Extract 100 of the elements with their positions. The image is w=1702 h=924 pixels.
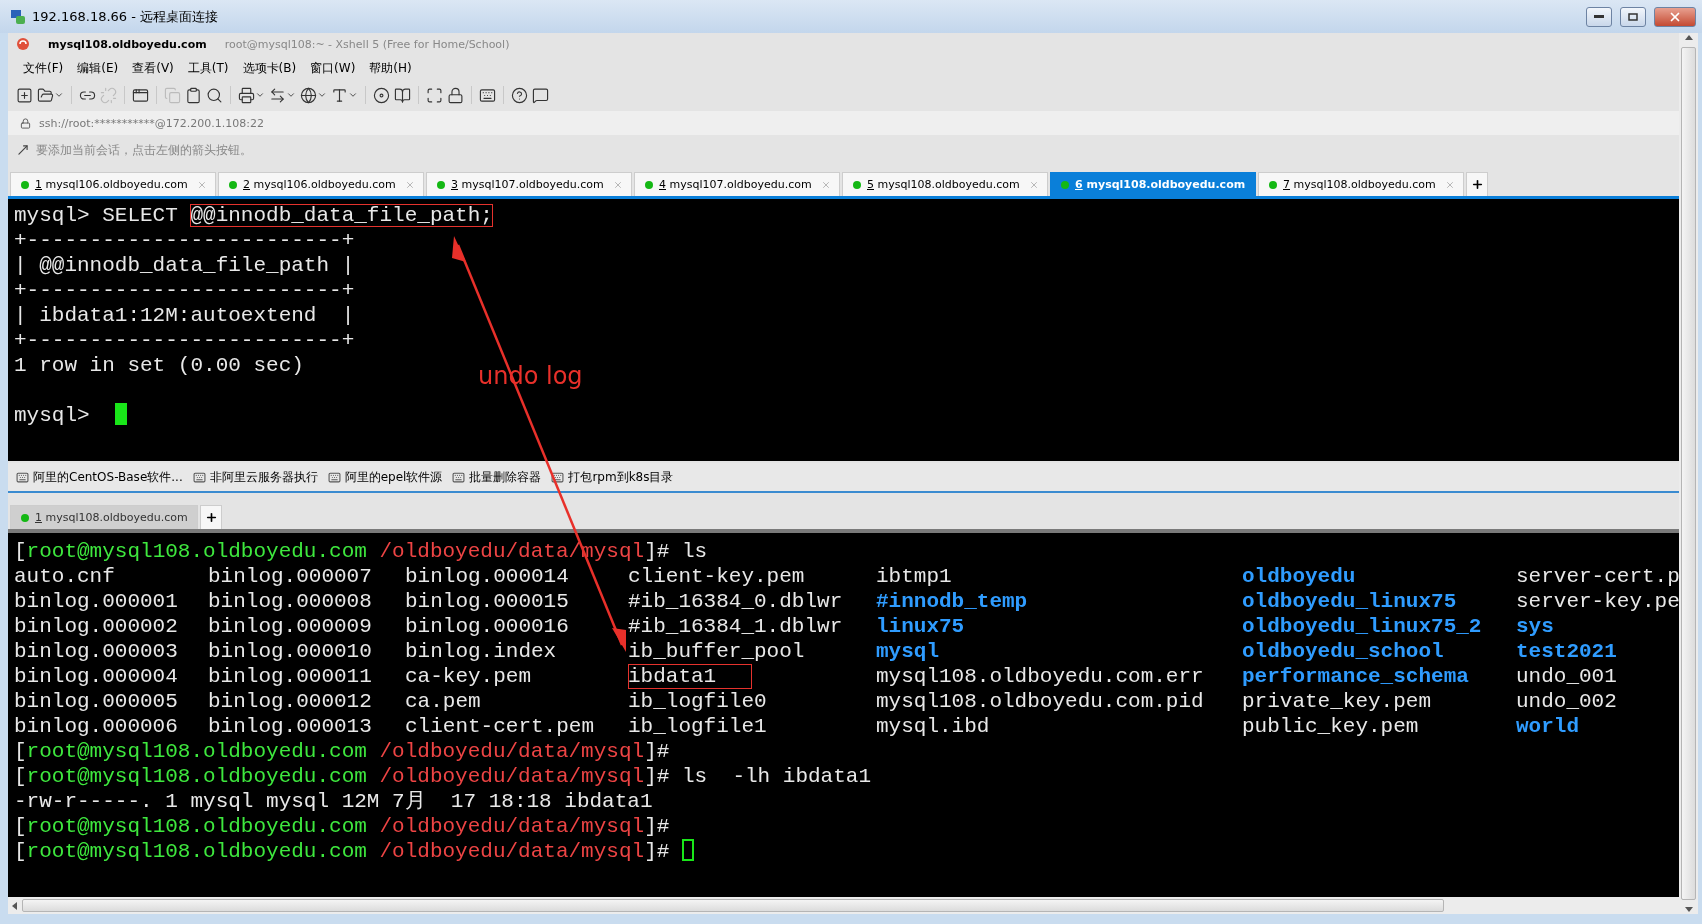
terminal-text: +-------------------------+: [14, 329, 355, 352]
prompt-symbol: ]#: [644, 740, 670, 763]
status-dot-icon: [437, 180, 445, 189]
new-tab-button[interactable]: [1466, 172, 1488, 196]
fullscreen-icon[interactable]: [426, 86, 443, 104]
remote-desktop-icon: [10, 8, 26, 25]
minimize-button[interactable]: [1586, 6, 1612, 27]
status-dot-icon: [853, 180, 861, 189]
file-name: server-key.pe: [1516, 589, 1679, 614]
file-name: ib_logfile0: [628, 689, 767, 714]
terminal-pane[interactable]: [8, 533, 1679, 897]
file-name: binlog.000002: [14, 614, 178, 639]
file-name: binlog.000005: [14, 689, 178, 714]
session-tab[interactable]: 6 mysql108.oldboyedu.com: [1050, 172, 1256, 196]
keyboard-icon[interactable]: [479, 86, 496, 104]
chat-icon[interactable]: [532, 86, 549, 104]
printer-icon[interactable]: [238, 86, 265, 104]
file-name: binlog.000011: [208, 664, 372, 689]
terminal-text: mysql> SELECT: [14, 204, 179, 227]
menu-item[interactable]: 文件(F): [16, 59, 71, 77]
terminal-text: +-------------------------+: [14, 279, 355, 302]
file-name: client-cert.pem: [405, 714, 595, 739]
quick-command[interactable]: 批量删除容器: [452, 468, 542, 486]
directory-name: mysql: [876, 639, 939, 664]
plus-icon: [204, 511, 218, 524]
annotated-text: @@innodb_data_file_path;: [190, 204, 493, 227]
plus-icon: [1470, 178, 1484, 191]
prompt-bracket: [: [14, 740, 27, 763]
file-name: binlog.000012: [208, 689, 372, 714]
keyboard-icon: [192, 470, 206, 484]
lock-icon: [20, 117, 31, 129]
file-name: binlog.000008: [208, 589, 372, 614]
font-icon[interactable]: [331, 86, 358, 104]
prompt-symbol: ]#: [644, 540, 670, 563]
vertical-scrollbar[interactable]: [1679, 33, 1698, 914]
file-name: ca.pem: [405, 689, 481, 714]
help-icon[interactable]: [511, 86, 528, 104]
session-tab[interactable]: 3 mysql107.oldboyedu.com: [426, 172, 632, 196]
file-name: binlog.000007: [208, 564, 372, 589]
menu-item[interactable]: 窗口(W): [303, 59, 363, 77]
session-tab[interactable]: 2 mysql106.oldboyedu.com: [218, 172, 424, 196]
file-name: mysql108.oldboyedu.com.err: [876, 664, 1204, 689]
directory-name: oldboyedu_school: [1242, 639, 1444, 664]
prompt-user-host: root@mysql108.oldboyedu.com: [26, 740, 367, 763]
maximize-button[interactable]: [1620, 6, 1646, 27]
close-button[interactable]: [1654, 6, 1696, 27]
scroll-left-icon[interactable]: [12, 901, 18, 910]
menu-item[interactable]: 选项卡(B): [235, 59, 304, 77]
command-text: ls: [681, 540, 708, 563]
status-dot-icon: [1061, 180, 1069, 189]
file-name: binlog.000015: [405, 589, 569, 614]
command-text: ls -lh ibdata1: [681, 765, 871, 788]
session-tab[interactable]: 5 mysql108.oldboyedu.com: [842, 172, 1048, 196]
menu-item[interactable]: 编辑(E): [70, 59, 126, 77]
file-name: binlog.000003: [14, 639, 178, 664]
address-bar[interactable]: ssh://root:***********@172.200.1.108:22: [8, 111, 1679, 135]
menu-item[interactable]: 查看(V): [125, 59, 181, 77]
prompt-user-host: root@mysql108.oldboyedu.com: [26, 840, 367, 863]
session-tab[interactable]: 7 mysql108.oldboyedu.com: [1258, 172, 1464, 196]
folder-icon[interactable]: [37, 86, 64, 104]
scroll-up-icon[interactable]: [1684, 33, 1693, 43]
prompt-user-host: root@mysql108.oldboyedu.com: [26, 765, 367, 788]
directory-name: #innodb_temp: [876, 589, 1028, 614]
menu-item[interactable]: 帮助(H): [362, 59, 419, 77]
session-tab[interactable]: 1 mysql106.oldboyedu.com: [10, 172, 216, 196]
keyboard-icon: [551, 470, 565, 484]
file-name: binlog.000016: [405, 614, 569, 639]
boxed-file-name: ibdata1: [628, 664, 753, 689]
search-icon[interactable]: [206, 86, 223, 104]
directory-name: performance_schema: [1242, 664, 1469, 689]
prompt-user-host: root@mysql108.oldboyedu.com: [26, 815, 367, 838]
terminal-text: | ibdata1:12M:autoextend |: [14, 304, 355, 327]
prompt-path: /oldboyedu/data/mysql: [379, 840, 645, 863]
horizontal-scrollbar[interactable]: [8, 897, 1679, 914]
prompt-symbol: ]#: [644, 815, 670, 838]
status-dot-icon: [1269, 180, 1277, 189]
file-name: binlog.000014: [405, 564, 569, 589]
disc-icon[interactable]: [373, 86, 390, 104]
terminal-text: | @@innodb_data_file_path |: [14, 254, 355, 277]
arrow-icon[interactable]: [16, 143, 30, 157]
file-name: binlog.000006: [14, 714, 178, 739]
hint-text: 要添加当前会话，点击左侧的箭头按钮。: [36, 141, 252, 159]
session-tab[interactable]: 4 mysql107.oldboyedu.com: [634, 172, 840, 196]
keyboard-icon: [327, 470, 341, 484]
file-name: ib_logfile1: [628, 714, 767, 739]
scroll-down-icon[interactable]: [1684, 904, 1693, 914]
prompt-path: /oldboyedu/data/mysql: [379, 815, 645, 838]
book-icon[interactable]: [394, 86, 411, 104]
directory-name: sys: [1516, 614, 1554, 639]
file-name: public_key.pem: [1242, 714, 1419, 739]
menu-item[interactable]: 工具(T): [180, 59, 236, 77]
new-tab-button[interactable]: [200, 505, 222, 529]
prompt-bracket: [: [14, 540, 27, 563]
window-settings-icon[interactable]: [132, 86, 149, 104]
clipboard-icon[interactable]: [185, 86, 202, 104]
globe-icon[interactable]: [300, 86, 327, 104]
new-session-icon[interactable]: [16, 86, 33, 104]
session-tab[interactable]: 1 mysql108.oldboyedu.com: [10, 505, 198, 529]
lock-icon[interactable]: [447, 86, 464, 104]
transfer-icon[interactable]: [269, 86, 296, 104]
